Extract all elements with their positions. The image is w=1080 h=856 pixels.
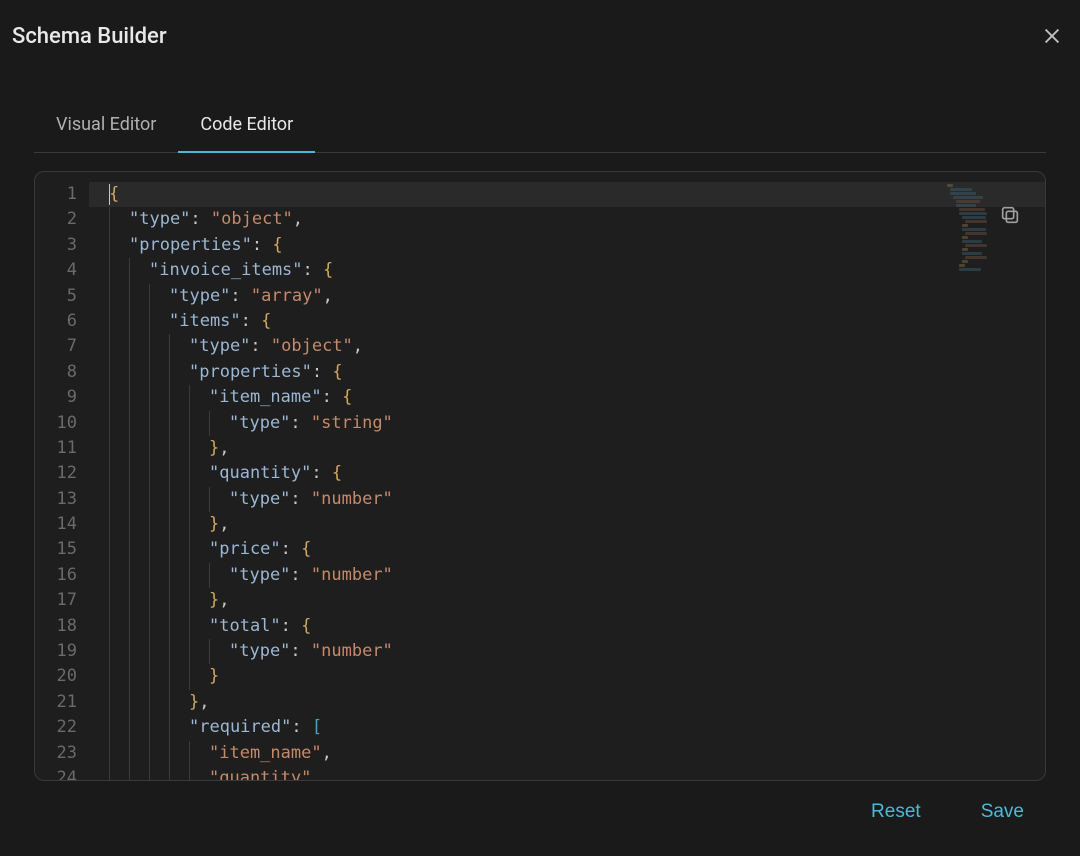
line-number: 13 [43,487,77,512]
line-number: 14 [43,512,77,537]
code-line[interactable]: "type": "number" [89,563,1045,588]
code-line[interactable]: "price": { [89,537,1045,562]
line-number: 4 [43,258,77,283]
schema-builder-dialog: Schema Builder Visual Editor Code Editor [0,0,1080,835]
code-line[interactable]: { [89,182,1045,207]
close-button[interactable] [1036,20,1068,52]
code-line[interactable]: "items": { [89,309,1045,334]
line-number: 17 [43,588,77,613]
tab-bar: Visual Editor Code Editor [34,100,1046,153]
code-line[interactable]: "type": "number" [89,487,1045,512]
line-number: 2 [43,207,77,232]
code-line[interactable]: "item_name": { [89,385,1045,410]
copy-button[interactable] [999,204,1027,232]
code-line[interactable]: }, [89,690,1045,715]
copy-icon [999,204,1021,226]
dialog-footer: Reset Save [12,781,1068,823]
line-number: 15 [43,537,77,562]
line-number: 5 [43,284,77,309]
code-line[interactable]: "type": "object", [89,334,1045,359]
code-line[interactable]: "type": "array", [89,284,1045,309]
code-editor[interactable]: 123456789101112131415161718192021222324 … [35,172,1045,780]
line-number: 18 [43,614,77,639]
code-line[interactable]: "required": [ [89,715,1045,740]
line-number: 16 [43,563,77,588]
code-line[interactable]: }, [89,436,1045,461]
code-line[interactable]: "type": "number" [89,639,1045,664]
reset-button[interactable]: Reset [871,801,921,823]
line-number: 22 [43,715,77,740]
line-number: 8 [43,360,77,385]
code-line[interactable]: "total": { [89,614,1045,639]
line-number: 12 [43,461,77,486]
line-number: 19 [43,639,77,664]
code-line[interactable]: "invoice_items": { [89,258,1045,283]
line-number-gutter: 123456789101112131415161718192021222324 [35,172,89,780]
code-line[interactable]: "properties": { [89,360,1045,385]
line-number: 10 [43,411,77,436]
dialog-header: Schema Builder [12,12,1068,60]
line-number: 11 [43,436,77,461]
line-number: 3 [43,233,77,258]
line-number: 20 [43,664,77,689]
line-number: 6 [43,309,77,334]
save-button[interactable]: Save [981,801,1024,823]
code-content[interactable]: {"type": "object","properties": {"invoic… [89,172,1045,780]
code-line[interactable]: "type": "object", [89,207,1045,232]
line-number: 23 [43,741,77,766]
code-line[interactable]: "type": "string" [89,411,1045,436]
tab-visual-editor[interactable]: Visual Editor [34,100,178,153]
line-number: 9 [43,385,77,410]
code-line[interactable]: "item_name", [89,741,1045,766]
close-icon [1041,25,1063,47]
line-number: 21 [43,690,77,715]
code-editor-panel: 123456789101112131415161718192021222324 … [34,171,1046,781]
code-line[interactable]: "quantity": { [89,461,1045,486]
code-line[interactable]: }, [89,512,1045,537]
tab-code-editor[interactable]: Code Editor [178,100,315,153]
code-line[interactable]: "quantity", [89,766,1045,780]
code-line[interactable]: } [89,664,1045,689]
line-number: 1 [43,182,77,207]
line-number: 7 [43,334,77,359]
code-line[interactable]: "properties": { [89,233,1045,258]
line-number: 24 [43,766,77,781]
dialog-title: Schema Builder [12,24,167,49]
code-line[interactable]: }, [89,588,1045,613]
